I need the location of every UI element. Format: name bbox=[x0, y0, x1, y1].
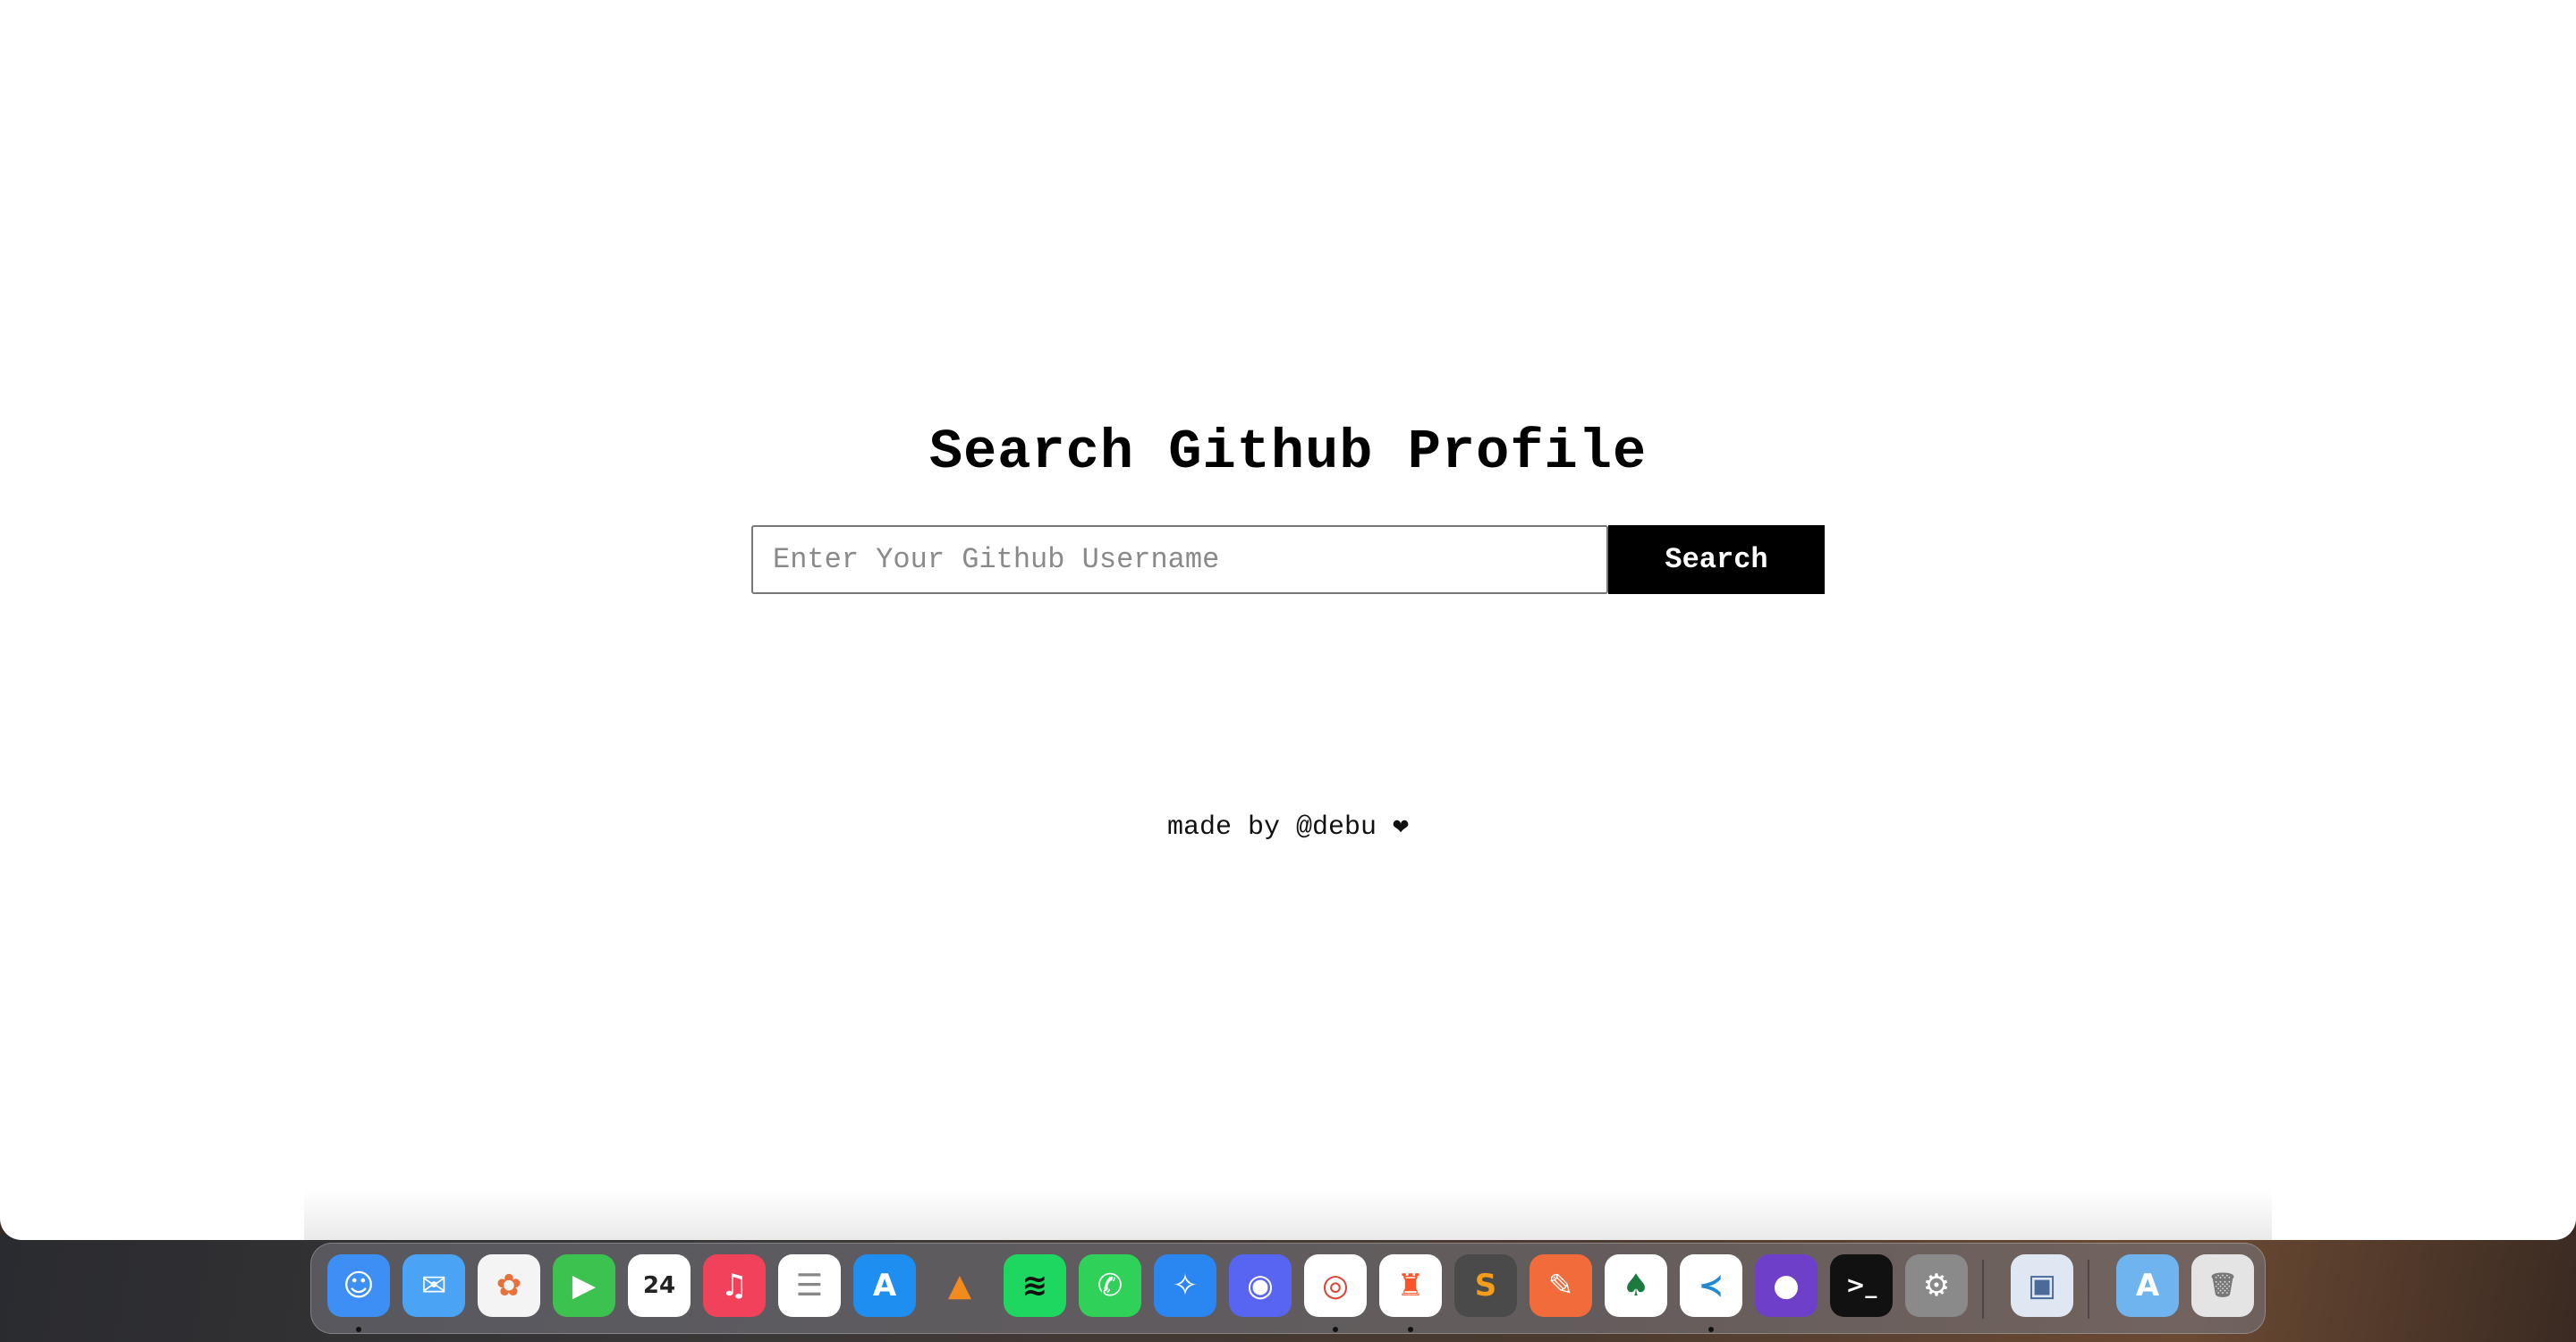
calendar-icon[interactable]: 24 bbox=[628, 1254, 691, 1317]
search-button[interactable]: Search bbox=[1608, 525, 1825, 594]
brave-icon[interactable]: ♜ bbox=[1379, 1254, 1442, 1317]
dock: ☺ ✉ ✿ ▶ 24 ♫ ☰ A ▲ ≋ ✆ ✧ ◉ ◎ ♜ S ✎ ♠ ≺ ● >_ ⚙ ▣ A 🗑 bbox=[310, 1243, 2266, 1334]
spotify-icon[interactable]: ≋ bbox=[1004, 1254, 1066, 1317]
music-icon[interactable]: ♫ bbox=[703, 1254, 766, 1317]
dock-separator bbox=[2088, 1260, 2089, 1319]
applications-folder-icon[interactable]: A bbox=[2116, 1254, 2179, 1317]
search-input[interactable] bbox=[751, 525, 1608, 594]
browser-window: Search Github Profile Search made by @de… bbox=[0, 0, 2576, 1240]
trash-icon[interactable]: 🗑 bbox=[2191, 1254, 2254, 1317]
finder-icon[interactable]: ☺ bbox=[327, 1254, 390, 1317]
running-indicator bbox=[1333, 1327, 1338, 1332]
running-indicator bbox=[1708, 1327, 1714, 1332]
window-bottom-shade bbox=[304, 1190, 2272, 1240]
footer-credit: made by @debu ❤ bbox=[1166, 812, 1410, 843]
reminders-icon[interactable]: ☰ bbox=[778, 1254, 841, 1317]
app-store-icon[interactable]: A bbox=[853, 1254, 916, 1317]
system-settings-icon[interactable]: ⚙ bbox=[1905, 1254, 1968, 1317]
vscode-icon[interactable]: ≺ bbox=[1680, 1254, 1742, 1317]
github-desktop-icon[interactable]: ● bbox=[1755, 1254, 1818, 1317]
whatsapp-icon[interactable]: ✆ bbox=[1079, 1254, 1141, 1317]
mongodb-compass-icon[interactable]: ♠ bbox=[1605, 1254, 1667, 1317]
dock-separator bbox=[1982, 1260, 1984, 1319]
discord-icon[interactable]: ◉ bbox=[1229, 1254, 1292, 1317]
postman-icon[interactable]: ✎ bbox=[1530, 1254, 1592, 1317]
page-title: Search Github Profile bbox=[928, 420, 1648, 484]
mail-icon[interactable]: ✉ bbox=[402, 1254, 465, 1317]
running-indicator bbox=[356, 1327, 361, 1332]
safari-icon[interactable]: ✧ bbox=[1154, 1254, 1216, 1317]
running-indicator bbox=[1408, 1327, 1413, 1332]
photos-icon[interactable]: ✿ bbox=[478, 1254, 540, 1317]
facetime-icon[interactable]: ▶ bbox=[553, 1254, 615, 1317]
vlc-icon[interactable]: ▲ bbox=[928, 1254, 991, 1317]
search-form: Search bbox=[751, 525, 1825, 594]
chrome-icon[interactable]: ◎ bbox=[1304, 1254, 1367, 1317]
preview-icon[interactable]: ▣ bbox=[2011, 1254, 2073, 1317]
terminal-icon[interactable]: >_ bbox=[1830, 1254, 1893, 1317]
sublime-text-icon[interactable]: S bbox=[1454, 1254, 1517, 1317]
